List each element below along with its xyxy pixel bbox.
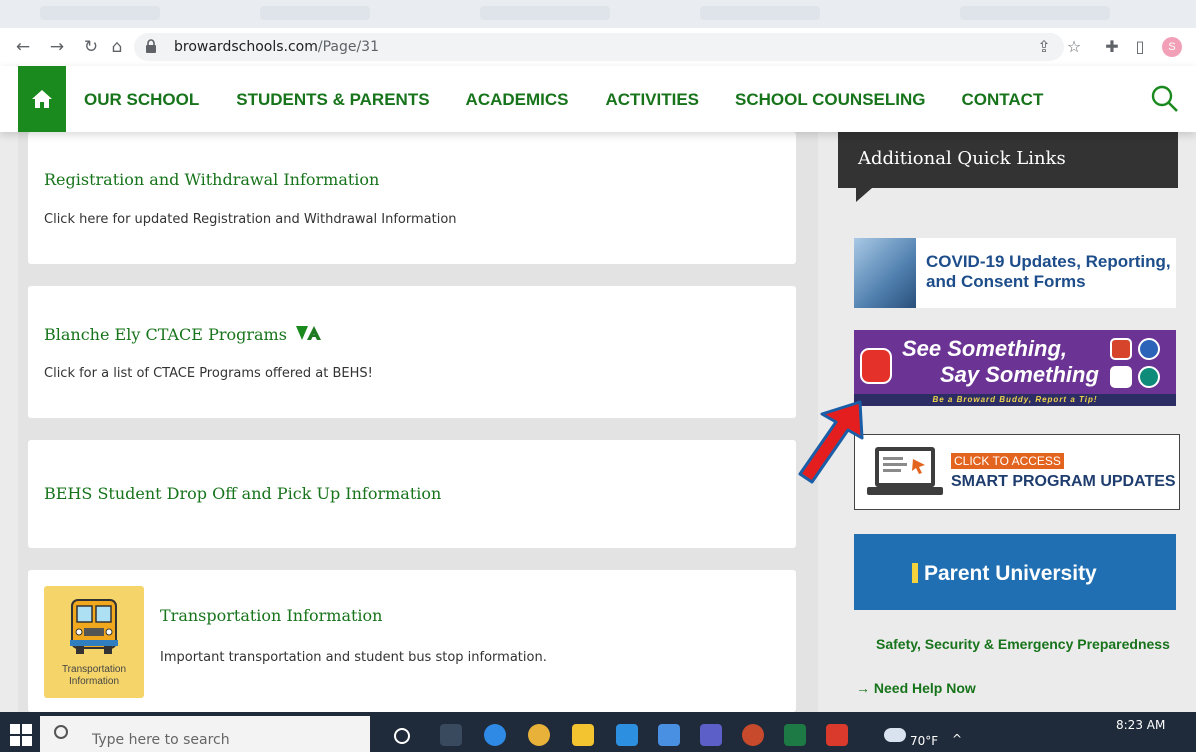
bookmark-star-icon[interactable]: ☆	[1064, 37, 1084, 57]
see-something-line1: See Something,	[902, 336, 1068, 361]
home-icon[interactable]: ⌂	[106, 36, 128, 58]
card-title[interactable]: Transportation Information	[160, 606, 382, 625]
card-registration[interactable]: Registration and Withdrawal Information …	[28, 132, 796, 264]
tab-placeholder[interactable]	[260, 6, 370, 20]
edge-browser-icon[interactable]	[484, 724, 506, 746]
card-desc: Important transportation and student bus…	[160, 650, 547, 665]
tray-chevron-icon[interactable]: ^	[952, 732, 962, 746]
red-annotation-arrow	[798, 400, 864, 484]
header-notch	[856, 188, 872, 202]
browser-tab-strip	[0, 0, 1196, 28]
clock-time[interactable]: 8:23 AM	[1116, 718, 1165, 732]
powerpoint-icon[interactable]	[742, 724, 764, 746]
card-title[interactable]: Blanche Ely CTACE Programs	[44, 324, 326, 344]
parent-university-label: Parent University	[924, 562, 1097, 585]
weather-temperature[interactable]: 70°F	[910, 734, 938, 748]
email-icon	[1138, 338, 1160, 360]
vaccine-image	[854, 238, 916, 308]
home-button[interactable]	[18, 66, 66, 132]
side-panel-icon[interactable]: ▯	[1130, 37, 1150, 57]
windows-taskbar: Type here to search 70°F ^ 8:23 AM	[0, 712, 1196, 752]
tab-placeholder[interactable]	[40, 6, 160, 20]
card-title[interactable]: BEHS Student Drop Off and Pick Up Inform…	[44, 484, 441, 503]
nav-academics[interactable]: ACADEMICS	[466, 90, 569, 110]
card-ctace[interactable]: Blanche Ely CTACE Programs Click for a l…	[28, 286, 796, 418]
back-icon[interactable]: ←	[12, 36, 34, 58]
search-icon	[54, 725, 68, 739]
tab-placeholder[interactable]	[480, 6, 610, 20]
card-drop-off[interactable]: BEHS Student Drop Off and Pick Up Inform…	[28, 440, 796, 548]
click-to-access-label: CLICK TO ACCESS	[951, 453, 1064, 469]
search-icon[interactable]	[1150, 84, 1180, 114]
see-something-line2: Say Something	[940, 362, 1099, 387]
tab-placeholder[interactable]	[700, 6, 820, 20]
school-logo-icon	[1110, 366, 1132, 388]
nav-school-counseling[interactable]: SCHOOL COUNSELING	[735, 90, 925, 110]
taskbar-search-box[interactable]: Type here to search	[40, 716, 370, 752]
accent-bar	[912, 563, 918, 583]
profile-avatar[interactable]: S	[1162, 37, 1182, 57]
smart-program-updates-label: SMART PROGRAM UPDATES	[951, 473, 1176, 490]
nav-our-school[interactable]: OUR SCHOOL	[84, 90, 199, 110]
card-transportation[interactable]: Transportation Information Transportation…	[28, 570, 796, 712]
see-something-tagline: Be a Broward Buddy, Report a Tip!	[854, 394, 1176, 406]
card-title[interactable]: Registration and Withdrawal Information	[44, 170, 379, 189]
house-icon	[32, 90, 52, 108]
tab-placeholder[interactable]	[960, 6, 1110, 20]
bus-thumbnail-label: Transportation Information	[61, 664, 127, 687]
phone-app-icon	[860, 348, 892, 384]
nav-contact[interactable]: CONTACT	[962, 90, 1044, 110]
teams-icon[interactable]	[700, 724, 722, 746]
share-icon[interactable]: ⇪	[1034, 37, 1054, 57]
covid-banner-text: COVID-19 Updates, Reporting, and Consent …	[926, 252, 1171, 291]
mail-icon[interactable]	[616, 724, 638, 746]
address-bar[interactable]: browardschools.com/Page/31	[134, 33, 1064, 61]
quick-links-sidebar: Additional Quick Links COVID-19 Updates,…	[818, 132, 1196, 712]
taskbar-search-placeholder: Type here to search	[92, 732, 230, 748]
store-icon[interactable]	[658, 724, 680, 746]
url-text: browardschools.com/Page/31	[174, 39, 379, 55]
quick-links-header: Additional Quick Links	[838, 132, 1178, 188]
task-view-icon[interactable]	[440, 724, 462, 746]
nav-students-parents[interactable]: STUDENTS & PARENTS	[236, 90, 429, 110]
card-desc: Click here for updated Registration and …	[44, 212, 457, 227]
parent-university-banner[interactable]: Parent University	[854, 534, 1176, 610]
bus-thumbnail[interactable]: Transportation Information	[44, 586, 144, 698]
weather-cloud-icon[interactable]	[884, 728, 906, 742]
ctace-logo-icon	[296, 326, 322, 340]
excel-icon[interactable]	[784, 724, 806, 746]
smart-program-banner[interactable]: CLICK TO ACCESS SMART PROGRAM UPDATES	[854, 434, 1180, 510]
acrobat-icon[interactable]	[826, 724, 848, 746]
file-explorer-icon[interactable]	[572, 724, 594, 746]
phone-call-icon	[1138, 366, 1160, 388]
covid-updates-banner[interactable]: COVID-19 Updates, Reporting, and Consent …	[854, 238, 1176, 308]
windows-start-icon[interactable]	[10, 724, 32, 746]
laptop-icon	[867, 447, 943, 495]
nav-activities[interactable]: ACTIVITIES	[606, 90, 700, 110]
site-header: OUR SCHOOL STUDENTS & PARENTS ACADEMICS …	[0, 66, 1196, 132]
school-bus-icon	[70, 599, 118, 654]
reload-icon[interactable]: ↻	[80, 36, 102, 58]
report-form-icon	[1110, 338, 1132, 360]
extensions-icon[interactable]: ✚	[1102, 37, 1122, 57]
page-body: Registration and Withdrawal Information …	[0, 132, 1196, 712]
see-something-banner[interactable]: See Something, Say Something Be a Browar…	[854, 330, 1176, 406]
content-column: Registration and Withdrawal Information …	[18, 132, 818, 712]
chrome-browser-icon[interactable]	[528, 724, 550, 746]
safety-security-link[interactable]: Safety, Security & Emergency Preparednes…	[876, 636, 1170, 652]
forward-icon[interactable]: →	[46, 36, 68, 58]
cortana-icon[interactable]	[394, 728, 410, 744]
card-desc: Click for a list of CTACE Programs offer…	[44, 366, 373, 381]
browser-toolbar: ← → ↻ ⌂ browardschools.com/Page/31 ⇪ ☆ ✚…	[0, 28, 1196, 66]
need-help-now-link[interactable]: → Need Help Now	[856, 680, 976, 696]
main-nav: OUR SCHOOL STUDENTS & PARENTS ACADEMICS …	[84, 90, 1043, 110]
lock-icon	[146, 39, 156, 53]
